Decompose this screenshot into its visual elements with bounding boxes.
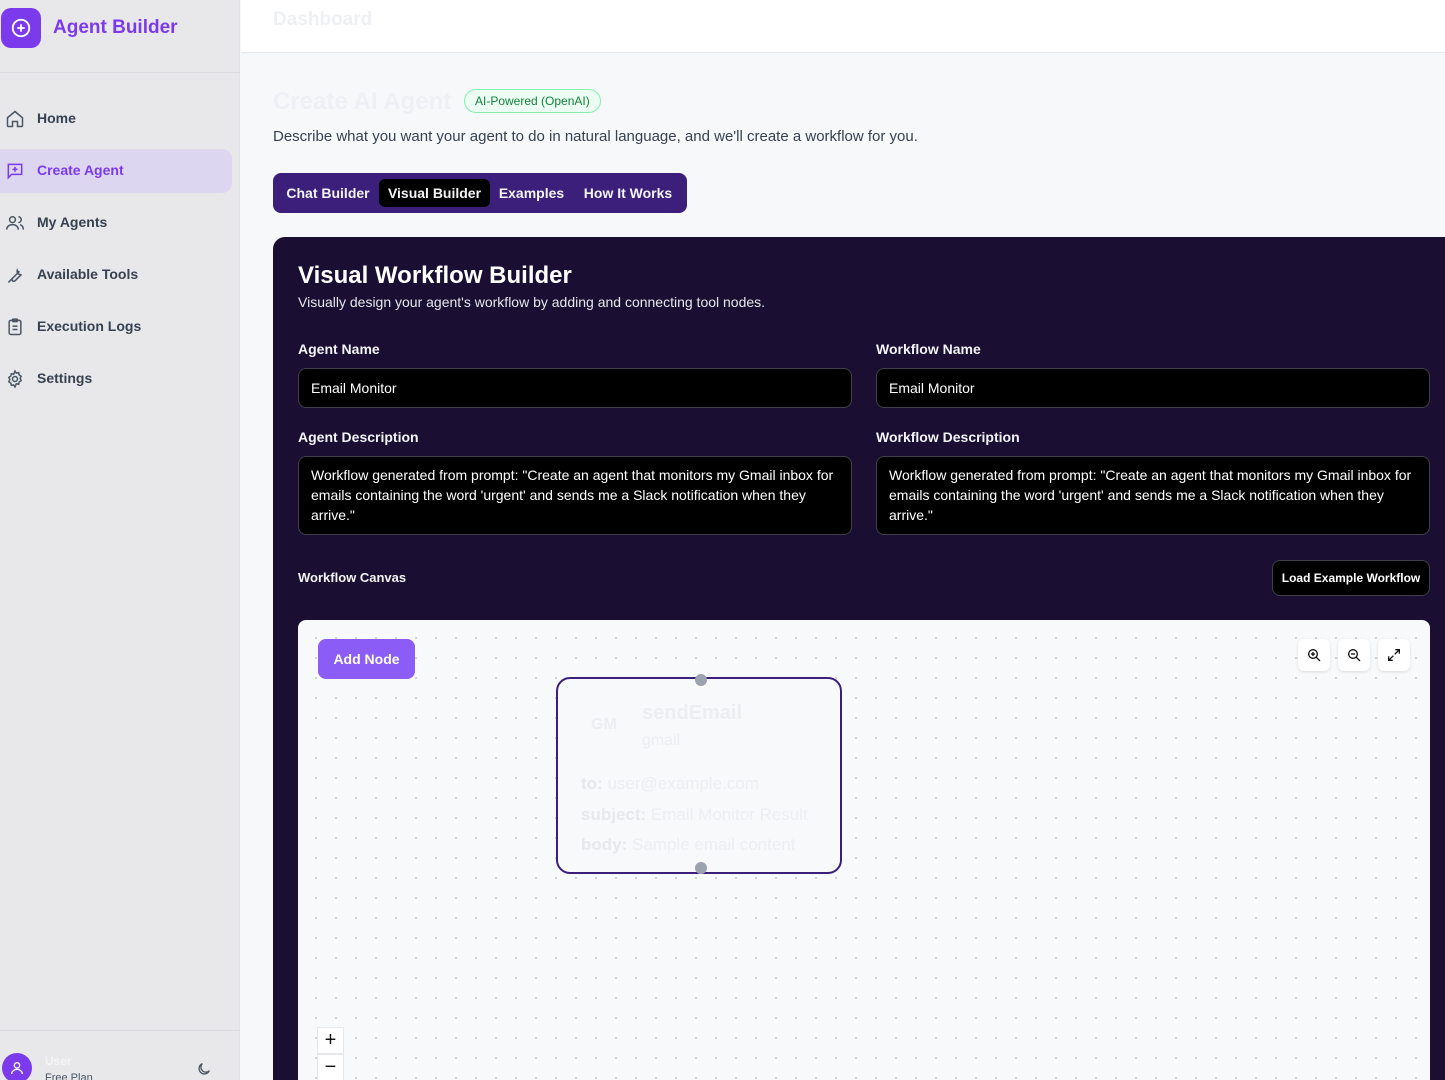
panel-subtitle: Visually design your agent's workflow by… [298,294,766,310]
agent-name-input[interactable] [298,368,852,408]
page-title: Create AI Agent [273,88,452,115]
load-example-workflow-button[interactable]: Load Example Workflow [1272,560,1430,596]
sidebar-item-settings[interactable]: Settings [0,357,232,401]
node-param-value: user@example.com [607,774,759,793]
users-icon [5,216,25,230]
workflow-description-input[interactable]: Workflow generated from prompt: "Create … [876,456,1430,535]
header-title: Dashboard [273,9,373,30]
zoom-out-icon [1348,649,1361,662]
workflow-node[interactable]: GM sendEmail gmail to: user@example.com … [556,674,842,874]
user-name: User [45,1054,72,1068]
tab-examples[interactable]: Examples [490,179,573,207]
ai-powered-badge: AI-Powered (OpenAI) [464,89,601,113]
node-subtitle: gmail [642,732,681,749]
tab-visual-builder[interactable]: Visual Builder [379,179,490,207]
node-param-key: subject: [581,805,647,824]
app-title: Agent Builder [53,17,178,38]
builder-tabs: Chat Builder Visual Builder Examples How… [273,173,687,213]
node-param-row: body: Sample email content [581,835,796,855]
tab-how-it-works[interactable]: How It Works [573,179,683,207]
node-input-handle[interactable] [695,674,707,686]
visual-workflow-builder-panel: Visual Workflow Builder Visually design … [273,237,1445,1080]
avatar[interactable] [2,1053,32,1080]
workflow-canvas[interactable]: Add Node GM sendEmail gmail to: user@exa… [298,620,1430,1080]
sidebar-item-available-tools[interactable]: Available Tools [0,253,232,297]
plus-circle-icon[interactable] [1,8,41,48]
brand: Agent Builder [0,0,240,73]
page-description: Describe what you want your agent to do … [273,128,918,145]
zoom-in-button[interactable] [1298,639,1330,671]
moon-icon[interactable] [196,1061,212,1077]
workflow-name-input[interactable] [876,368,1430,408]
workflow-name-label: Workflow Name [876,341,981,357]
fullscreen-button[interactable] [1378,639,1410,671]
sidebar-item-label: Settings [37,370,93,386]
node-param-key: to: [581,774,603,793]
node-output-handle[interactable] [695,862,707,874]
sidebar-item-home[interactable]: Home [0,97,232,141]
user-profile[interactable]: User Free Plan [0,1030,240,1080]
canvas-zoom-out-control[interactable]: − [317,1054,344,1080]
sidebar-item-label: Home [37,110,76,126]
zoom-out-button[interactable] [1338,639,1370,671]
sidebar-item-execution-logs[interactable]: Execution Logs [0,305,232,349]
node-param-key: body: [581,835,628,854]
node-param-value: Sample email content [632,835,796,854]
sidebar-item-label: Execution Logs [37,318,142,334]
clipboard-icon [8,318,22,336]
sidebar-item-label: Available Tools [37,266,139,282]
user-icon [11,1062,23,1075]
expand-icon [1388,649,1400,661]
node-tool-badge: GM [591,716,617,733]
sidebar-item-create-agent[interactable]: Create Agent [0,149,232,193]
node-param-row: subject: Email Monitor Result [581,805,808,825]
wrench-icon [7,268,22,284]
user-plan: Free Plan [45,1072,93,1080]
workflow-description-label: Workflow Description [876,429,1020,445]
node-title: sendEmail [642,702,743,724]
agent-description-label: Agent Description [298,429,419,445]
sidebar: Agent Builder Home Create Agent My Agent… [0,0,240,1080]
top-header: Dashboard [241,0,1445,53]
workflow-canvas-label: Workflow Canvas [298,570,407,585]
add-node-button[interactable]: Add Node [318,639,415,679]
agent-name-label: Agent Name [298,341,380,357]
sidebar-item-label: Create Agent [37,162,124,178]
sidebar-item-my-agents[interactable]: My Agents [0,201,232,245]
panel-title: Visual Workflow Builder [298,262,572,289]
home-icon [6,110,24,128]
canvas-zoom-in-control[interactable]: + [317,1027,344,1054]
node-param-value: Email Monitor Result [650,805,808,824]
node-param-row: to: user@example.com [581,774,759,794]
message-plus-icon [7,163,23,180]
tab-chat-builder[interactable]: Chat Builder [277,179,379,207]
gear-icon [7,369,23,389]
sidebar-item-label: My Agents [37,214,108,230]
zoom-in-icon [1308,649,1321,662]
agent-description-input[interactable]: Workflow generated from prompt: "Create … [298,456,852,535]
